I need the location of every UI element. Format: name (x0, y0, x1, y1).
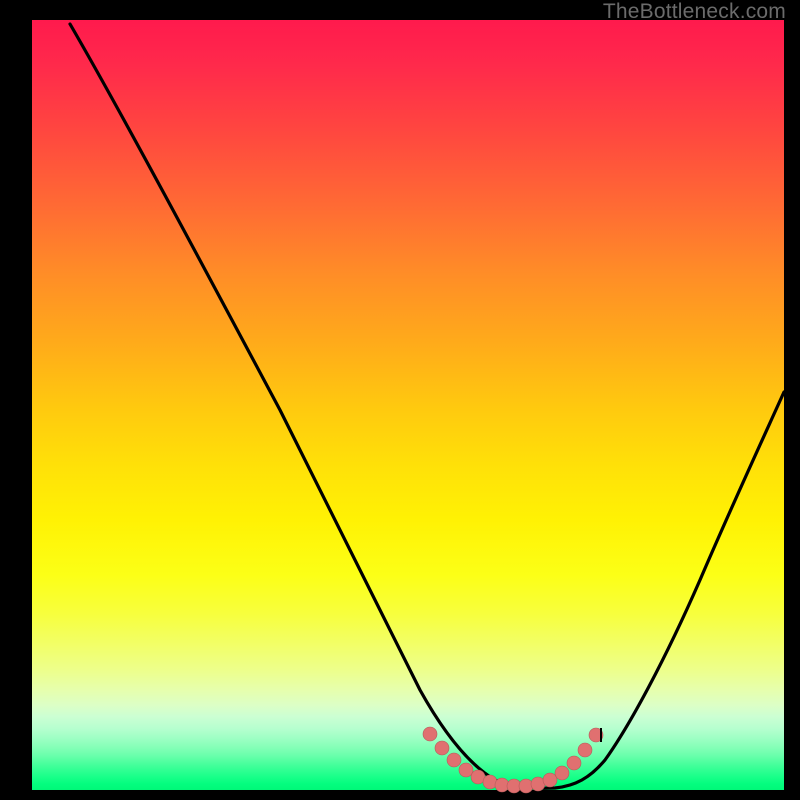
plot-area (32, 20, 784, 790)
watermark-text: TheBottleneck.com (603, 0, 786, 24)
chart-frame: TheBottleneck.com (0, 0, 800, 800)
